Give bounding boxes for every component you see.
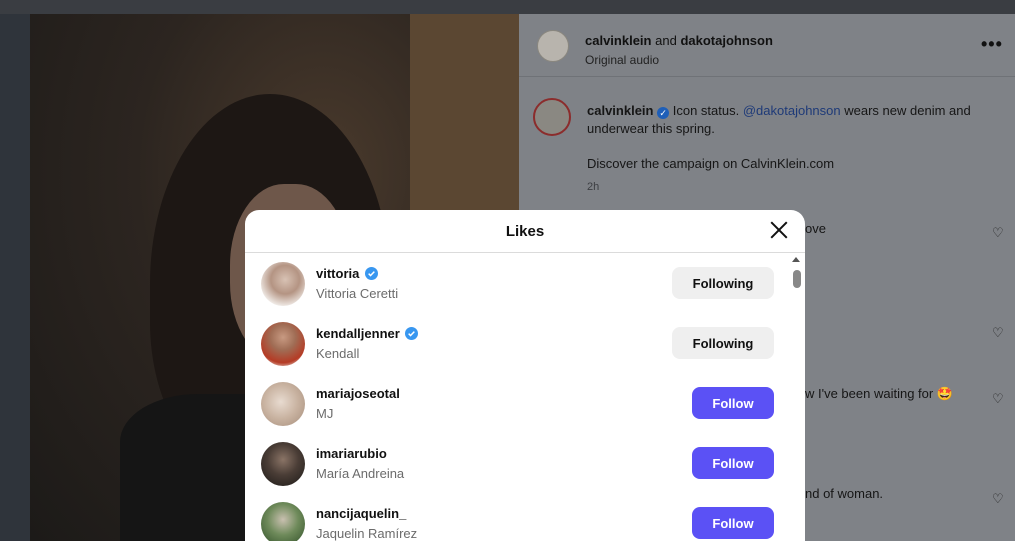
username[interactable]: kendalljenner bbox=[316, 326, 419, 341]
author-link-1[interactable]: calvinklein bbox=[585, 33, 651, 48]
user-avatar[interactable] bbox=[261, 322, 305, 366]
likes-dialog-header: Likes bbox=[245, 210, 805, 253]
username[interactable]: imariarubio bbox=[316, 446, 387, 461]
author-link-2[interactable]: dakotajohnson bbox=[680, 33, 772, 48]
user-avatar[interactable] bbox=[261, 502, 305, 541]
authors-and: and bbox=[655, 33, 677, 48]
post-authors: calvinklein and dakotajohnson bbox=[585, 33, 773, 48]
caption-line-2: Discover the campaign on CalvinKlein.com bbox=[587, 156, 835, 171]
scrollbar-thumb[interactable] bbox=[793, 270, 801, 288]
likes-dialog-title: Likes bbox=[505, 223, 545, 240]
verified-badge-icon bbox=[405, 327, 419, 340]
full-name: Vittoria Ceretti bbox=[316, 286, 399, 301]
like-comment-heart-icon[interactable]: ♡ bbox=[992, 391, 1004, 407]
full-name: Jaquelin Ramírez bbox=[316, 526, 418, 541]
verified-badge-icon bbox=[364, 267, 378, 280]
username-text[interactable]: kendalljenner bbox=[316, 326, 400, 341]
user-avatar[interactable] bbox=[261, 262, 305, 306]
verified-badge-icon: ✓ bbox=[657, 107, 670, 119]
author-avatar[interactable] bbox=[537, 30, 569, 62]
caption-timestamp[interactable]: 2h bbox=[587, 181, 599, 193]
like-comment-heart-icon[interactable]: ♡ bbox=[992, 225, 1004, 241]
left-rail bbox=[0, 14, 30, 541]
caption: calvinklein ✓ Icon status. @dakotajohnso… bbox=[587, 102, 987, 138]
user-avatar[interactable] bbox=[261, 442, 305, 486]
following-button[interactable]: Following bbox=[672, 327, 774, 359]
comment-text: w I've been waiting for 🤩 bbox=[805, 386, 954, 401]
list-item: kendalljenner Kendall Following bbox=[245, 314, 805, 374]
full-name: MJ bbox=[316, 406, 334, 421]
audio-label[interactable]: Original audio bbox=[585, 53, 659, 67]
follow-button[interactable]: Follow bbox=[692, 387, 774, 419]
caption-username[interactable]: calvinklein bbox=[587, 103, 653, 118]
following-button[interactable]: Following bbox=[672, 267, 774, 299]
caption-avatar[interactable] bbox=[533, 98, 571, 136]
list-item: imariarubio María Andreina Follow bbox=[245, 434, 805, 494]
user-avatar[interactable] bbox=[261, 382, 305, 426]
username[interactable]: mariajoseotal bbox=[316, 386, 400, 401]
follow-button[interactable]: Follow bbox=[692, 447, 774, 479]
comment-text: ove bbox=[805, 221, 826, 236]
username[interactable]: nancijaquelin_ bbox=[316, 506, 406, 521]
caption-mention[interactable]: @dakotajohnson bbox=[743, 103, 841, 118]
comment-text: nd of woman. bbox=[805, 486, 884, 501]
list-item: mariajoseotal MJ Follow bbox=[245, 374, 805, 434]
likes-dialog: Likes vittoria Vittoria Ceretti Followin… bbox=[245, 210, 805, 541]
like-comment-heart-icon[interactable]: ♡ bbox=[992, 491, 1004, 507]
close-icon[interactable] bbox=[769, 220, 789, 240]
caption-text-a: Icon status. bbox=[672, 103, 740, 118]
likes-list: vittoria Vittoria Ceretti Following kend… bbox=[245, 254, 805, 541]
post-header: calvinklein and dakotajohnson Original a… bbox=[519, 14, 1015, 77]
top-strip bbox=[0, 0, 1015, 14]
list-item: nancijaquelin_ Jaquelin Ramírez Follow bbox=[245, 494, 805, 541]
username-text[interactable]: vittoria bbox=[316, 266, 359, 281]
full-name: María Andreina bbox=[316, 466, 405, 481]
follow-button[interactable]: Follow bbox=[692, 507, 774, 539]
scroll-up-arrow-icon[interactable] bbox=[792, 257, 800, 262]
more-options-icon[interactable]: ••• bbox=[981, 34, 1003, 55]
full-name: Kendall bbox=[316, 346, 360, 361]
like-comment-heart-icon[interactable]: ♡ bbox=[992, 325, 1004, 341]
username[interactable]: vittoria bbox=[316, 266, 378, 281]
list-item: vittoria Vittoria Ceretti Following bbox=[245, 254, 805, 314]
